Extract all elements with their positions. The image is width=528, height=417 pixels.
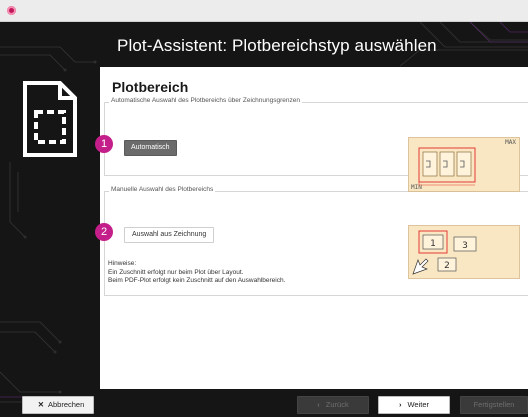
hints-line-2: Beim PDF-Plot erfolgt kein Zuschnitt auf… [108, 277, 286, 285]
cancel-label: Abbrechen [48, 400, 85, 409]
step-1-badge: 1 [95, 135, 113, 153]
sheet-2-label: 2 [444, 261, 450, 271]
next-label: Weiter [407, 400, 430, 409]
sheet-1-label: 1 [430, 239, 436, 249]
step-2-badge: 2 [95, 223, 113, 241]
hints-text: Hinweise: Ein Zuschnitt erfolgt nur beim… [108, 260, 285, 286]
content-panel: Plotbereich Automatische Auswahl des Plo… [100, 67, 528, 389]
finish-label: Fertigstellen [473, 400, 515, 409]
manual-selection-diagram: 1 3 2 [408, 225, 520, 279]
title-bar [0, 0, 528, 22]
cancel-button[interactable]: ✕ Abbrechen [22, 396, 94, 414]
document-selection-icon [23, 81, 77, 157]
finish-button[interactable]: Fertigstellen [460, 396, 528, 414]
auto-group-label: Automatische Auswahl des Plotbereichs üb… [109, 97, 302, 104]
wizard-window: Plot-Assistent: Plotbereichstyp auswähle… [0, 22, 528, 417]
manual-group-label: Manuelle Auswahl des Plotbereichs [109, 186, 216, 193]
wizard-title: Plot-Assistent: Plotbereichstyp auswähle… [117, 36, 437, 55]
back-button[interactable]: ‹ Zurück [297, 396, 369, 414]
back-label: Zurück [325, 400, 349, 409]
hints-line-1: Ein Zuschnitt erfolgt nur beim Plot über… [108, 268, 244, 276]
automatic-button[interactable]: Automatisch [124, 140, 177, 156]
close-icon: ✕ [37, 400, 44, 409]
chevron-right-icon: › [398, 400, 402, 409]
select-from-drawing-button[interactable]: Auswahl aus Zeichnung [124, 227, 215, 243]
panel-title: Plotbereich [112, 79, 189, 95]
max-label: MAX [505, 139, 516, 146]
chevron-left-icon: ‹ [317, 400, 320, 409]
auto-extents-diagram: MAX MIN [408, 137, 520, 192]
sheet-3-label: 3 [462, 241, 468, 251]
app-icon [7, 6, 16, 15]
hints-title: Hinweise: [108, 260, 137, 267]
next-button[interactable]: › Weiter [378, 396, 450, 414]
